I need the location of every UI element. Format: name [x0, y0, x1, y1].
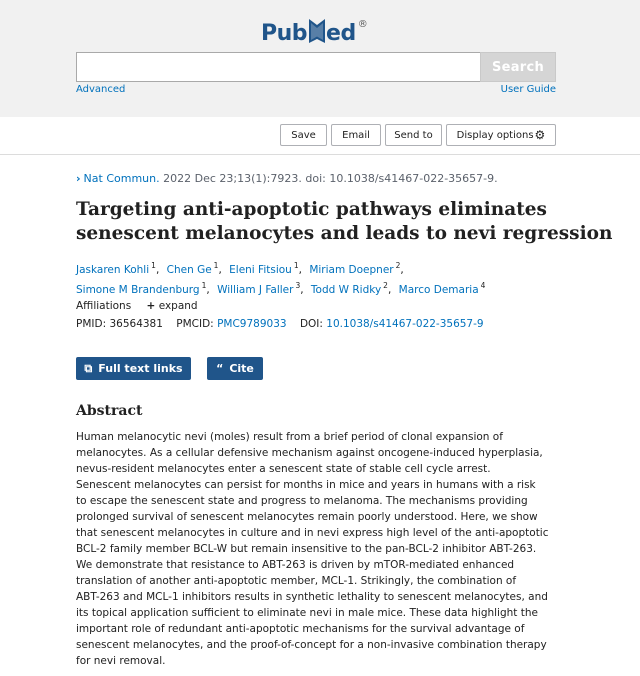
save-label: Save — [291, 129, 316, 141]
gear-icon: ⚙ — [534, 128, 546, 142]
citation-line: › Nat Commun. 2022 Dec 23;13(1):7923. doi… — [76, 172, 498, 185]
abstract-line: senescent melanocytes, and the proof-of-… — [76, 639, 547, 651]
article-title-line: Targeting anti-apoptotic pathways elimin… — [76, 199, 547, 220]
abstract-heading: Abstract — [76, 403, 143, 419]
email-label: Email — [342, 129, 370, 141]
pmid-value: 36564381 — [109, 318, 163, 330]
full-text-links-button[interactable]: ⧉ Full text links — [76, 357, 191, 380]
cite-label: Cite — [229, 362, 254, 375]
author-link[interactable]: Eleni Fitsiou — [229, 264, 292, 276]
abstract-line: for nevi removal. — [76, 655, 166, 667]
article-title: Targeting anti-apoptotic pathways elimin… — [76, 198, 613, 246]
abstract-line: We demonstrate that resistance to ABT-26… — [76, 559, 515, 571]
save-button[interactable]: Save — [280, 124, 327, 146]
email-button[interactable]: Email — [331, 124, 381, 146]
author-link[interactable]: Jaskaren Kohli — [76, 264, 149, 276]
pmcid-link[interactable]: PMC9789033 — [217, 318, 287, 330]
affiliations-label: Affiliations — [76, 300, 132, 312]
doi-label: DOI: — [299, 318, 323, 330]
pubmed-logo[interactable]: Pub ed ® — [261, 13, 368, 49]
author-link[interactable]: Miriam Doepner — [309, 264, 393, 276]
abstract-line: BCL-2 family member BCL-W but remain ins… — [76, 543, 537, 555]
abstract-line: important role of redundant anti-apoptot… — [76, 623, 525, 635]
logo-med-text: ed — [326, 21, 356, 46]
citation-details: 2022 Dec 23;13(1):7923. doi: 10.1038/s41… — [159, 172, 498, 185]
abstract-line: ABT-263 and MCL-1 inhibitors results in … — [76, 591, 548, 603]
article-title-line: senescent melanocytes and leads to nevi … — [76, 223, 613, 244]
doi-link[interactable]: 10.1038/s41467-022-35657-9 — [326, 318, 483, 330]
author-link[interactable]: Chen Ge — [167, 264, 212, 276]
author-list: Jaskaren Kohli 1, Chen Ge 1, Eleni Fitsiou… — [76, 261, 486, 296]
pmid-label: PMID: — [76, 318, 107, 330]
abstract-line: translation of another anti-apoptotic me… — [76, 575, 517, 587]
plus-icon[interactable]: + — [147, 300, 156, 312]
search-button[interactable]: Search — [480, 52, 556, 82]
display-options-label: Display options — [456, 129, 534, 141]
journal-link[interactable]: Nat Commun. — [84, 172, 160, 185]
send-to-button[interactable]: Send to — [385, 124, 442, 146]
send-to-label: Send to — [394, 129, 433, 141]
chevron-right-icon: › — [76, 172, 81, 185]
search-input[interactable] — [76, 52, 480, 82]
advanced-search-link[interactable]: Advanced — [76, 84, 125, 95]
author-link[interactable]: Todd W Ridky — [311, 284, 381, 296]
display-options-button[interactable]: Display options ⚙ — [446, 124, 556, 146]
author-link[interactable]: Simone M Brandenburg — [76, 284, 200, 296]
action-bar: Save Email Send to Display options ⚙ — [0, 117, 640, 155]
logo-registered-mark: ® — [357, 19, 368, 30]
author-affiliation-number[interactable]: 4 — [481, 281, 486, 290]
abstract-body: Human melanocytic nevi (moles) result fr… — [76, 429, 566, 669]
abstract-line: to escape the senescent state and progre… — [76, 495, 528, 507]
identifiers-row: PMID: 36564381 PMCID: PMC9789033 DOI: 10… — [76, 318, 484, 330]
author-affiliation-number[interactable]: 1 — [294, 261, 299, 270]
user-guide-link[interactable]: User Guide — [501, 84, 556, 95]
expand-toggle[interactable]: expand — [159, 300, 198, 312]
site-header: Pub ed ® Search Advanced User Guide — [0, 0, 640, 117]
logo-pub-text: Pub — [261, 21, 308, 46]
abstract-line: Human melanocytic nevi (moles) result fr… — [76, 431, 503, 443]
author-link[interactable]: Marco Demaria — [399, 284, 479, 296]
author-link[interactable]: William J Faller — [217, 284, 293, 296]
cite-button[interactable]: “ Cite — [207, 357, 263, 380]
full-text-links-label: Full text links — [98, 362, 183, 375]
pmcid-label: PMCID: — [176, 318, 214, 330]
abstract-line: its topical application sufficient to el… — [76, 607, 538, 619]
logo-m-mark-icon — [309, 19, 326, 43]
abstract-line: melanocytes. As a cellular defensive mec… — [76, 447, 543, 459]
affiliations-row: Affiliations + expand — [76, 300, 198, 312]
abstract-line: that senescent melanocytes in culture an… — [76, 527, 549, 539]
quote-icon: “ — [216, 362, 224, 375]
abstract-line: nevus-resident melanocytes enter a senes… — [76, 463, 491, 475]
external-link-icon: ⧉ — [84, 361, 93, 375]
abstract-line: Senescent melanocytes can persist for mo… — [76, 479, 536, 491]
abstract-line: prolonged survival of senescent melanocy… — [76, 511, 538, 523]
